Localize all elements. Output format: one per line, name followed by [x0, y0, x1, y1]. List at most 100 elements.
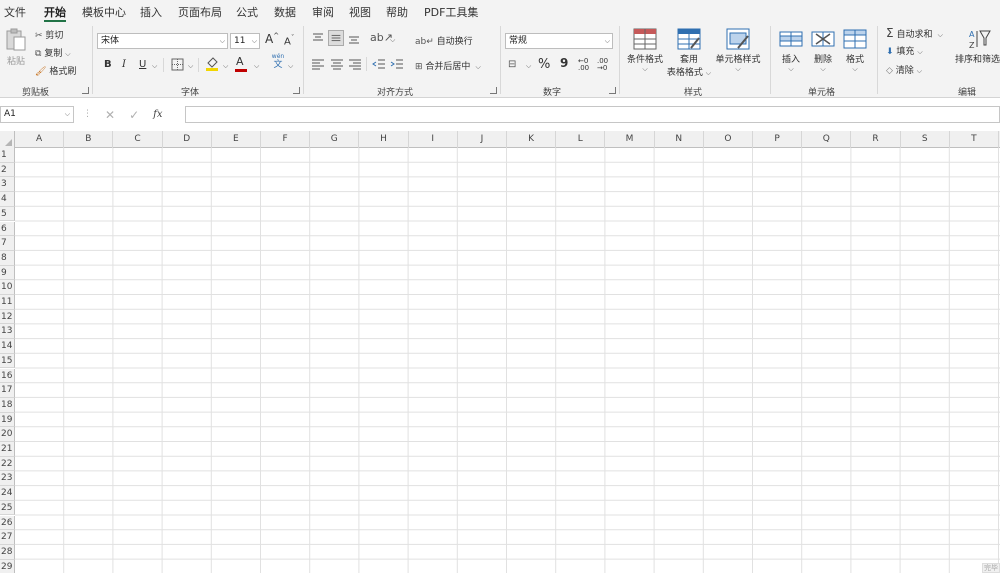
- chevron-down-icon[interactable]: ⌵: [288, 62, 293, 71]
- column-header-A[interactable]: A: [15, 131, 65, 148]
- font-size-select[interactable]: 11 ⌵: [230, 33, 260, 49]
- autosum-button[interactable]: Σ 自动求和 ⌵: [886, 26, 943, 40]
- column-header-O[interactable]: O: [704, 131, 753, 148]
- row-header-27[interactable]: 27: [0, 530, 15, 545]
- increase-indent-icon[interactable]: [390, 57, 404, 71]
- column-header-R[interactable]: R: [851, 131, 901, 148]
- row-header-5[interactable]: 5: [0, 206, 15, 222]
- column-header-S[interactable]: S: [901, 131, 950, 148]
- column-header-E[interactable]: E: [212, 131, 261, 148]
- copy-button[interactable]: ⧉ 复制 ⌵: [35, 46, 71, 59]
- row-header-25[interactable]: 25: [0, 500, 15, 516]
- row-header-13[interactable]: 13: [0, 324, 15, 340]
- column-header-L[interactable]: L: [556, 131, 606, 148]
- tab-home[interactable]: 开始: [44, 4, 66, 22]
- formula-input[interactable]: [185, 106, 1000, 123]
- comma-button[interactable]: 9: [560, 56, 568, 70]
- conditional-format-button[interactable]: 条件格式 ⌵: [624, 28, 666, 74]
- row-header-10[interactable]: 10: [0, 280, 15, 295]
- clipboard-launcher-icon[interactable]: [82, 87, 89, 94]
- column-header-N[interactable]: N: [655, 131, 704, 148]
- shrink-font-button[interactable]: Aˇ: [284, 34, 294, 47]
- column-header-H[interactable]: H: [359, 131, 409, 148]
- grow-font-button[interactable]: A^: [265, 32, 279, 46]
- font-color-button[interactable]: A: [236, 55, 244, 68]
- wrap-text-button[interactable]: ab↵ 自动换行: [415, 34, 473, 47]
- tab-insert[interactable]: 插入: [140, 4, 162, 20]
- bold-button[interactable]: B: [104, 59, 112, 70]
- clear-button[interactable]: ◇ 清除 ⌵: [886, 63, 922, 76]
- select-all-button[interactable]: [0, 131, 15, 148]
- chevron-down-icon[interactable]: ⌵: [917, 48, 922, 56]
- decrease-indent-icon[interactable]: [372, 57, 386, 71]
- chevron-down-icon[interactable]: ⌵: [152, 62, 157, 71]
- row-header-23[interactable]: 23: [0, 471, 15, 487]
- row-header-16[interactable]: 16: [0, 368, 15, 384]
- column-header-J[interactable]: J: [458, 131, 507, 148]
- column-header-Q[interactable]: Q: [802, 131, 852, 148]
- number-launcher-icon[interactable]: [609, 87, 616, 94]
- insert-function-icon[interactable]: fx: [153, 109, 162, 120]
- cut-button[interactable]: ✂ 剪切: [35, 28, 63, 41]
- tab-template[interactable]: 模板中心: [82, 4, 126, 20]
- tab-pdf-tools[interactable]: PDF工具集: [424, 4, 478, 20]
- column-header-P[interactable]: P: [753, 131, 803, 148]
- row-header-11[interactable]: 11: [0, 295, 15, 310]
- column-header-T[interactable]: T: [950, 131, 999, 148]
- delete-cells-button[interactable]: 删除 ⌵: [808, 28, 838, 74]
- row-header-14[interactable]: 14: [0, 339, 15, 354]
- row-header-1[interactable]: 1: [0, 148, 15, 163]
- column-header-M[interactable]: M: [605, 131, 655, 148]
- cancel-icon[interactable]: ✕: [105, 108, 115, 122]
- chevron-down-icon[interactable]: ⌵: [390, 36, 395, 45]
- paste-button[interactable]: 粘贴: [3, 28, 29, 67]
- currency-icon[interactable]: ⊟: [508, 59, 516, 70]
- underline-button[interactable]: U: [139, 59, 146, 70]
- align-bottom-icon[interactable]: [347, 31, 361, 45]
- chevron-down-icon[interactable]: ⌵: [935, 31, 943, 39]
- chevron-down-icon[interactable]: ⌵: [188, 62, 193, 71]
- tab-help[interactable]: 帮助: [386, 4, 408, 20]
- tab-file[interactable]: 文件: [4, 4, 26, 20]
- row-header-18[interactable]: 18: [0, 397, 15, 413]
- increase-decimal-button[interactable]: ←0 .00: [578, 58, 592, 72]
- cell-styles-button[interactable]: 单元格样式 ⌵: [713, 28, 763, 74]
- column-header-G[interactable]: G: [310, 131, 360, 148]
- row-header-7[interactable]: 7: [0, 236, 15, 251]
- confirm-icon[interactable]: ✓: [129, 108, 139, 122]
- row-header-29[interactable]: 29: [0, 559, 15, 573]
- tab-review[interactable]: 审阅: [312, 4, 334, 20]
- chevron-down-icon[interactable]: ⌵: [223, 62, 228, 71]
- fill-button[interactable]: ⬇ 填充 ⌵: [886, 44, 923, 57]
- fill-color-icon[interactable]: [205, 56, 219, 72]
- insert-cells-button[interactable]: 插入 ⌵: [776, 28, 806, 74]
- italic-button[interactable]: I: [122, 59, 126, 70]
- chevron-down-icon[interactable]: ⌵: [917, 67, 922, 75]
- chevron-down-icon[interactable]: ⌵: [473, 63, 481, 71]
- percent-button[interactable]: %: [538, 57, 550, 72]
- chevron-down-icon[interactable]: ⌵: [65, 50, 70, 58]
- row-header-26[interactable]: 26: [0, 515, 15, 531]
- align-middle-icon[interactable]: [328, 30, 344, 46]
- chevron-down-icon[interactable]: ⌵: [254, 62, 259, 71]
- tab-view[interactable]: 视图: [349, 4, 371, 20]
- decrease-decimal-button[interactable]: .00 →0: [597, 58, 611, 72]
- format-as-table-button[interactable]: 套用 表格格式 ⌵: [665, 28, 713, 78]
- column-header-D[interactable]: D: [163, 131, 212, 148]
- column-header-I[interactable]: I: [409, 131, 458, 148]
- sort-filter-button[interactable]: A Z 排序和筛选: [955, 28, 1000, 65]
- name-box[interactable]: A1 ⌵: [0, 106, 74, 123]
- phonetic-button[interactable]: wén 文: [271, 53, 285, 71]
- tab-formulas[interactable]: 公式: [236, 4, 258, 20]
- align-right-icon[interactable]: [348, 57, 362, 71]
- tab-data[interactable]: 数据: [274, 4, 296, 20]
- number-format-select[interactable]: 常规 ⌵: [505, 33, 613, 49]
- column-header-F[interactable]: F: [261, 131, 311, 148]
- row-header-9[interactable]: 9: [0, 265, 15, 281]
- align-center-icon[interactable]: [330, 57, 344, 71]
- row-header-19[interactable]: 19: [0, 412, 15, 428]
- chevron-down-icon[interactable]: ⌵: [526, 62, 531, 71]
- row-header-6[interactable]: 6: [0, 221, 15, 237]
- align-top-icon[interactable]: [311, 31, 325, 45]
- tab-page-layout[interactable]: 页面布局: [178, 4, 222, 20]
